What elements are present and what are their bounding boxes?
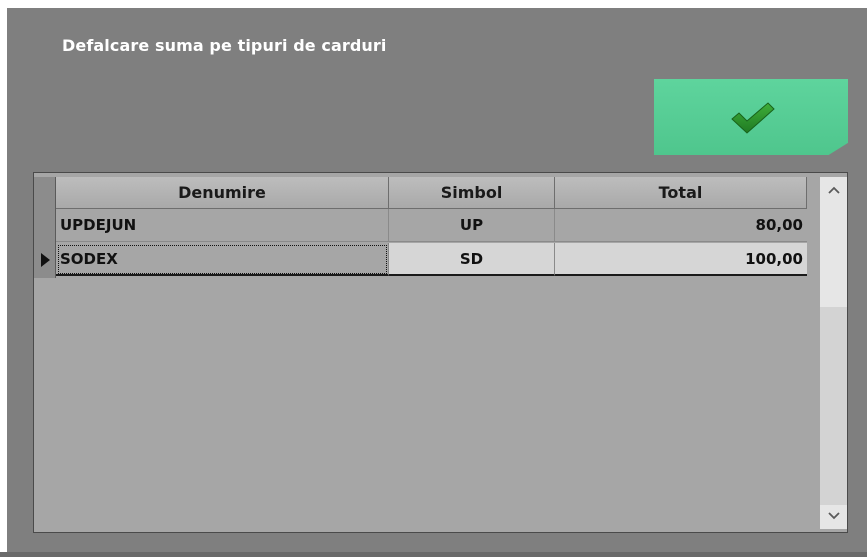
table-row[interactable]: UPDEJUN UP 80,00 — [56, 209, 807, 242]
cell-simbol[interactable]: UP — [389, 209, 555, 242]
cell-total[interactable]: 80,00 — [555, 209, 807, 242]
current-row-pointer-icon — [41, 253, 50, 267]
grid-header: Denumire Simbol Total — [56, 177, 807, 209]
chevron-up-icon — [827, 186, 840, 194]
chevron-down-icon — [827, 512, 840, 520]
window-left-edge — [0, 0, 7, 557]
vertical-scrollbar[interactable] — [820, 177, 847, 529]
window-title: Defalcare suma pe tipuri de carduri — [62, 36, 387, 55]
column-header-simbol[interactable]: Simbol — [389, 177, 555, 209]
table-row-selected[interactable]: SODEX SD 100,00 — [56, 243, 807, 276]
checkmark-icon — [731, 102, 775, 134]
scroll-thumb[interactable] — [820, 307, 847, 505]
column-header-denumire[interactable]: Denumire — [56, 177, 389, 209]
row-indicator-cell-selected[interactable] — [34, 243, 56, 278]
row-indicator-cell[interactable] — [34, 209, 56, 243]
cell-denumire[interactable]: UPDEJUN — [56, 209, 389, 242]
card-types-grid[interactable]: Denumire Simbol Total UPDEJUN UP 80,00 S… — [33, 172, 848, 533]
card-split-window: Defalcare suma pe tipuri de carduri Denu… — [0, 0, 867, 557]
scroll-down-button[interactable] — [820, 505, 847, 527]
row-indicator-column — [34, 173, 56, 278]
window-bottom-edge — [0, 552, 867, 557]
ok-button[interactable] — [654, 79, 848, 155]
cell-total[interactable]: 100,00 — [555, 243, 807, 276]
cell-simbol[interactable]: SD — [389, 243, 555, 276]
cell-denumire[interactable]: SODEX — [56, 243, 389, 276]
window-top-edge — [0, 0, 867, 8]
column-header-total[interactable]: Total — [555, 177, 807, 209]
header-indicator-cell — [34, 177, 56, 209]
scroll-up-button[interactable] — [820, 179, 847, 201]
